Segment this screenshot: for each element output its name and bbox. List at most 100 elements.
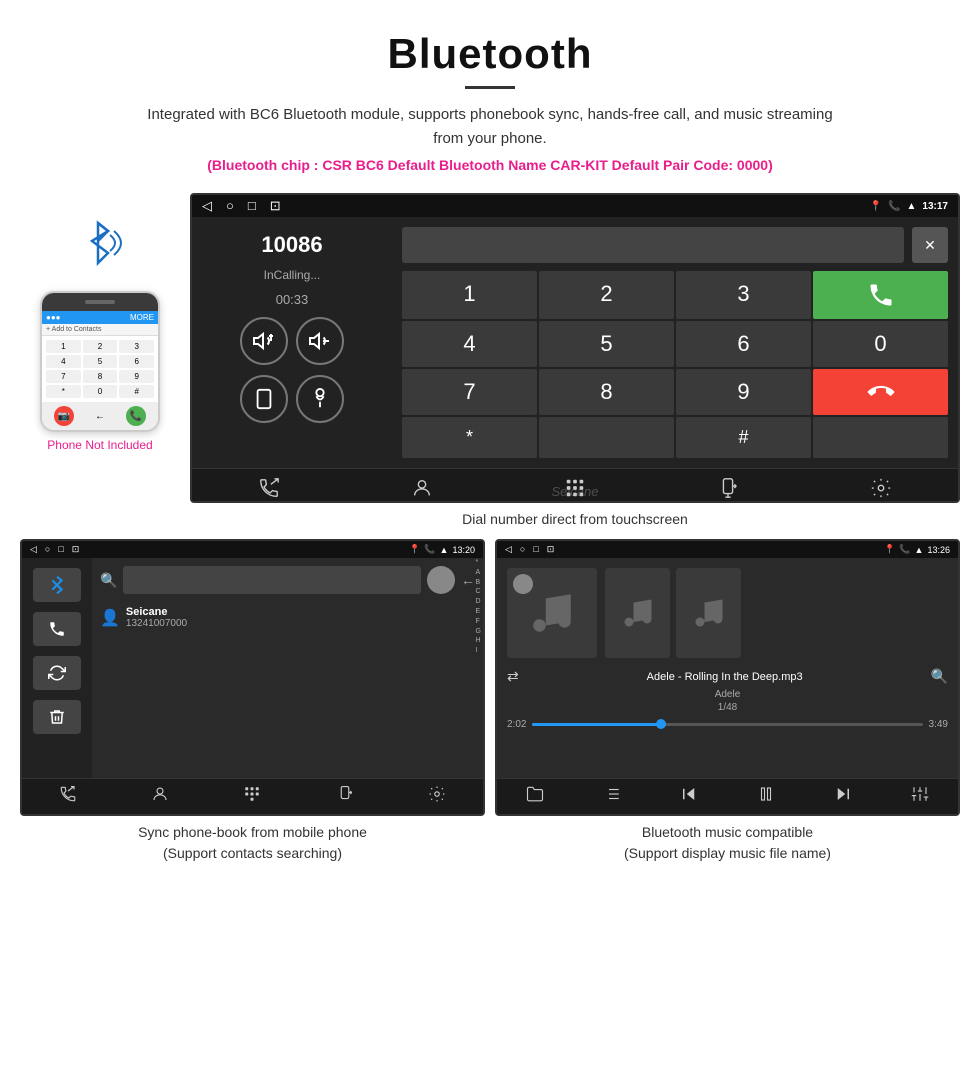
home-nav-icon[interactable]: ○: [226, 198, 234, 214]
phone-menu-bar: ●●● MORE: [42, 311, 158, 324]
pb-sync-button[interactable]: [33, 656, 81, 690]
numpad-key-5[interactable]: 5: [539, 321, 674, 367]
numpad-key-3[interactable]: 3: [676, 271, 811, 319]
music-status-bar: ◁ ○ □ ⊡ 📍 📞 ▲ 13:26: [497, 541, 958, 558]
music-recent-icon[interactable]: □: [533, 544, 538, 555]
main-section: ●●● MORE + Add to Contacts 1 2 3 4 5 6 7…: [0, 183, 980, 539]
numpad-key-2[interactable]: 2: [539, 271, 674, 319]
pb-scroll-button[interactable]: [427, 566, 455, 594]
pb-back-icon[interactable]: ◁: [30, 544, 37, 555]
pb-toolbar-calls[interactable]: [59, 785, 77, 808]
phone-call-button[interactable]: 📞: [126, 406, 146, 426]
numpad-key-1[interactable]: 1: [402, 271, 537, 319]
pb-delete-button[interactable]: [33, 700, 81, 734]
dialer-text-input[interactable]: [402, 227, 904, 263]
music-play-icon[interactable]: [757, 785, 775, 808]
pb-keyboard-back-icon[interactable]: ←: [461, 572, 475, 588]
toolbar-dialpad-icon[interactable]: [564, 477, 586, 503]
wifi-icon: ▲: [907, 201, 917, 212]
music-list-icon[interactable]: [603, 785, 621, 808]
music-search-icon[interactable]: 🔍: [931, 668, 948, 685]
pb-contact-name: Seicane: [126, 606, 187, 618]
music-folder-icon[interactable]: [526, 785, 544, 808]
numpad-key-8[interactable]: 8: [539, 369, 674, 415]
pb-home-icon[interactable]: ○: [45, 544, 50, 555]
dial-label: Dial number direct from touchscreen: [190, 503, 960, 539]
music-current-time: 2:02: [507, 719, 526, 730]
numpad-key-hash[interactable]: #: [676, 417, 811, 458]
music-side-art-left: [605, 568, 670, 658]
screenshot-nav-icon: ⊡: [270, 198, 281, 214]
volume-up-button[interactable]: [240, 317, 288, 365]
pb-toolbar-settings[interactable]: [428, 785, 446, 808]
pb-contact-row: 👤 Seicane 13241007000: [100, 602, 475, 633]
numpad-key-star[interactable]: *: [402, 417, 537, 458]
dialer-input-row: ✕: [402, 227, 948, 263]
music-home-icon[interactable]: ○: [520, 544, 525, 555]
pb-toolbar-dialpad[interactable]: [243, 785, 261, 808]
music-back-icon[interactable]: ◁: [505, 544, 512, 555]
transfer-button[interactable]: [240, 375, 288, 423]
pb-recent-icon[interactable]: □: [58, 544, 63, 555]
toolbar-settings-icon[interactable]: [870, 477, 892, 503]
pb-sidebar: [22, 558, 92, 778]
phone-bottom-bar: 📷 ← 📞: [42, 402, 158, 430]
toolbar-contacts-icon[interactable]: [411, 477, 433, 503]
numpad-key-7[interactable]: 7: [402, 369, 537, 415]
pb-main: 🔍 ← 👤 Seicane 13241007000 *: [92, 558, 483, 778]
numpad-key-4[interactable]: 4: [402, 321, 537, 367]
pb-contact-number: 13241007000: [126, 618, 187, 629]
pb-search-bar[interactable]: [123, 566, 421, 594]
music-prev-icon[interactable]: [680, 785, 698, 808]
phone-top-bar: [42, 293, 158, 311]
phone-mockup: ●●● MORE + Add to Contacts 1 2 3 4 5 6 7…: [40, 291, 160, 432]
phone-back-button: ←: [90, 406, 110, 426]
pb-status-icons: 📍 📞 ▲ 13:20: [409, 544, 475, 555]
music-controls-row: ⇄ Adele - Rolling In the Deep.mp3 🔍: [507, 668, 948, 685]
back-nav-icon[interactable]: ◁: [202, 198, 212, 214]
numpad-key-0[interactable]: 0: [813, 321, 948, 367]
dialer-control-buttons: [240, 317, 344, 365]
recents-nav-icon[interactable]: □: [248, 198, 256, 214]
pb-bluetooth-button[interactable]: [33, 568, 81, 602]
bluetooth-icon-area: [60, 213, 140, 283]
music-artist: Adele: [507, 689, 948, 700]
phone-end-call-button[interactable]: 📷: [54, 406, 74, 426]
pb-body: 🔍 ← 👤 Seicane 13241007000 *: [22, 558, 483, 778]
car-screen-container: ◁ ○ □ ⊡ 📍 📞 ▲ 13:17: [190, 193, 960, 539]
music-note-side-left-icon: [620, 595, 656, 631]
header-specs: (Bluetooth chip : CSR BC6 Default Blueto…: [20, 157, 960, 173]
numpad-key-9[interactable]: 9: [676, 369, 811, 415]
toolbar-calls-icon[interactable]: [258, 477, 280, 503]
pb-search-row: 🔍 ←: [100, 566, 475, 594]
call-end-button[interactable]: [813, 369, 948, 415]
phone-key-star: *: [46, 385, 81, 398]
dialer-area: 10086 InCalling... 00:33: [192, 217, 958, 468]
toolbar-transfer-icon[interactable]: [717, 477, 739, 503]
page-header: Bluetooth Integrated with BC6 Bluetooth …: [0, 0, 980, 183]
phone-key-6: 6: [119, 355, 154, 368]
music-screen: ◁ ○ □ ⊡ 📍 📞 ▲ 13:26: [495, 539, 960, 816]
music-shuffle-icon[interactable]: ⇄: [507, 668, 519, 685]
album-overlay-circle: [513, 574, 533, 594]
mute-button[interactable]: [296, 375, 344, 423]
music-call-icon: 📞: [899, 544, 910, 555]
pb-toolbar-transfer[interactable]: [336, 785, 354, 808]
music-next-icon[interactable]: [834, 785, 852, 808]
music-info: ⇄ Adele - Rolling In the Deep.mp3 🔍 Adel…: [507, 668, 948, 736]
pb-call-button[interactable]: [33, 612, 81, 646]
pb-nav-icons: ◁ ○ □ ⊡: [30, 544, 79, 555]
music-nav-icons: ◁ ○ □ ⊡: [505, 544, 554, 555]
music-note-side-right-icon: [691, 595, 727, 631]
pb-location-icon: 📍: [409, 544, 420, 555]
music-equalizer-icon[interactable]: [911, 785, 929, 808]
backspace-button[interactable]: ✕: [912, 227, 948, 263]
volume-down-button[interactable]: [296, 317, 344, 365]
numpad-key-6[interactable]: 6: [676, 321, 811, 367]
bluetooth-waves-icon: [70, 213, 130, 273]
music-progress-bar[interactable]: [532, 723, 922, 726]
pb-search-icon[interactable]: 🔍: [100, 572, 117, 589]
phone-key-5: 5: [83, 355, 118, 368]
call-answer-button[interactable]: [813, 271, 948, 319]
pb-toolbar-contacts[interactable]: [151, 785, 169, 808]
